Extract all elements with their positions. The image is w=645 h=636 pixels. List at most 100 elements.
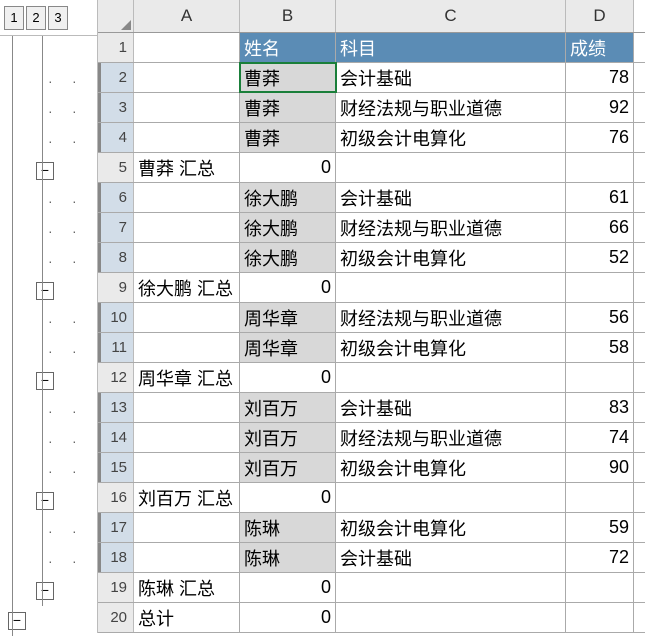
cell[interactable]: 会计基础: [336, 393, 566, 422]
cell[interactable]: 周华章: [240, 303, 336, 332]
row-header[interactable]: 2: [98, 63, 134, 92]
row-header[interactable]: 6: [98, 183, 134, 212]
cell[interactable]: [566, 573, 634, 602]
cell[interactable]: [134, 333, 240, 362]
cell[interactable]: 0: [240, 363, 336, 392]
cell[interactable]: 曹莽: [240, 93, 336, 122]
cell[interactable]: 0: [240, 483, 336, 512]
cell[interactable]: 会计基础: [336, 543, 566, 572]
row-header[interactable]: 7: [98, 213, 134, 242]
cell[interactable]: 76: [566, 123, 634, 152]
cell[interactable]: 陈琳 汇总: [134, 573, 240, 602]
cell[interactable]: [134, 393, 240, 422]
row-header[interactable]: 14: [98, 423, 134, 452]
cell[interactable]: 刘百万: [240, 393, 336, 422]
cell[interactable]: 0: [240, 153, 336, 182]
cell[interactable]: 初级会计电算化: [336, 333, 566, 362]
column-header-A[interactable]: A: [134, 0, 240, 32]
cell[interactable]: 徐大鹏: [240, 183, 336, 212]
collapse-button[interactable]: −: [36, 282, 54, 300]
cell[interactable]: [566, 363, 634, 392]
cell[interactable]: [566, 153, 634, 182]
row-header[interactable]: 9: [98, 273, 134, 302]
cell[interactable]: 初级会计电算化: [336, 243, 566, 272]
cell[interactable]: [134, 183, 240, 212]
outline-level-2-button[interactable]: 2: [26, 6, 46, 30]
collapse-button[interactable]: −: [36, 372, 54, 390]
row-header[interactable]: 15: [98, 453, 134, 482]
cell[interactable]: [134, 243, 240, 272]
column-header-B[interactable]: B: [240, 0, 336, 32]
row-header[interactable]: 19: [98, 573, 134, 602]
select-all-corner[interactable]: [98, 0, 134, 32]
cell[interactable]: 财经法规与职业道德: [336, 93, 566, 122]
cell[interactable]: 周华章: [240, 333, 336, 362]
cell[interactable]: 初级会计电算化: [336, 123, 566, 152]
cell[interactable]: 72: [566, 543, 634, 572]
row-header[interactable]: 12: [98, 363, 134, 392]
cell[interactable]: [566, 603, 634, 632]
cell[interactable]: [134, 453, 240, 482]
cell[interactable]: [134, 123, 240, 152]
cell[interactable]: 74: [566, 423, 634, 452]
row-header[interactable]: 4: [98, 123, 134, 152]
cell[interactable]: 78: [566, 63, 634, 92]
cell[interactable]: 83: [566, 393, 634, 422]
cell[interactable]: 刘百万: [240, 453, 336, 482]
row-header[interactable]: 20: [98, 603, 134, 632]
cell[interactable]: [566, 483, 634, 512]
row-header[interactable]: 5: [98, 153, 134, 182]
cell[interactable]: 0: [240, 273, 336, 302]
cell[interactable]: 财经法规与职业道德: [336, 303, 566, 332]
row-header[interactable]: 8: [98, 243, 134, 272]
cell[interactable]: 总计: [134, 603, 240, 632]
row-header[interactable]: 18: [98, 543, 134, 572]
collapse-button[interactable]: −: [36, 582, 54, 600]
cell[interactable]: 52: [566, 243, 634, 272]
cell[interactable]: 成绩: [566, 33, 634, 62]
cell[interactable]: 曹莽: [240, 63, 336, 92]
cell[interactable]: [134, 513, 240, 542]
collapse-button[interactable]: −: [36, 162, 54, 180]
cell[interactable]: 徐大鹏: [240, 213, 336, 242]
cell[interactable]: [134, 303, 240, 332]
collapse-button[interactable]: −: [36, 492, 54, 510]
cell[interactable]: [134, 543, 240, 572]
cell[interactable]: [134, 33, 240, 62]
cell[interactable]: 92: [566, 93, 634, 122]
cell[interactable]: [134, 63, 240, 92]
cell[interactable]: 科目: [336, 33, 566, 62]
cell[interactable]: 59: [566, 513, 634, 542]
column-header-D[interactable]: D: [566, 0, 634, 32]
cell[interactable]: 0: [240, 573, 336, 602]
row-header[interactable]: 13: [98, 393, 134, 422]
cell[interactable]: 0: [240, 603, 336, 632]
cell[interactable]: 曹莽: [240, 123, 336, 152]
cell[interactable]: [336, 603, 566, 632]
cell[interactable]: 周华章 汇总: [134, 363, 240, 392]
row-header[interactable]: 1: [98, 33, 134, 62]
row-header[interactable]: 10: [98, 303, 134, 332]
cell[interactable]: 会计基础: [336, 183, 566, 212]
cell[interactable]: [134, 93, 240, 122]
cell[interactable]: 初级会计电算化: [336, 453, 566, 482]
cell[interactable]: [566, 273, 634, 302]
outline-level-3-button[interactable]: 3: [48, 6, 68, 30]
outline-level-1-button[interactable]: 1: [4, 6, 24, 30]
column-header-C[interactable]: C: [336, 0, 566, 32]
cell[interactable]: 曹莽 汇总: [134, 153, 240, 182]
cell[interactable]: 90: [566, 453, 634, 482]
cell[interactable]: 徐大鹏 汇总: [134, 273, 240, 302]
cell[interactable]: [336, 153, 566, 182]
cell[interactable]: [134, 213, 240, 242]
cell[interactable]: 66: [566, 213, 634, 242]
cell[interactable]: 初级会计电算化: [336, 513, 566, 542]
cell[interactable]: 61: [566, 183, 634, 212]
row-header[interactable]: 3: [98, 93, 134, 122]
cell[interactable]: 陈琳: [240, 513, 336, 542]
cell[interactable]: [336, 363, 566, 392]
cell[interactable]: [336, 483, 566, 512]
row-header[interactable]: 11: [98, 333, 134, 362]
cell[interactable]: 56: [566, 303, 634, 332]
row-header[interactable]: 16: [98, 483, 134, 512]
